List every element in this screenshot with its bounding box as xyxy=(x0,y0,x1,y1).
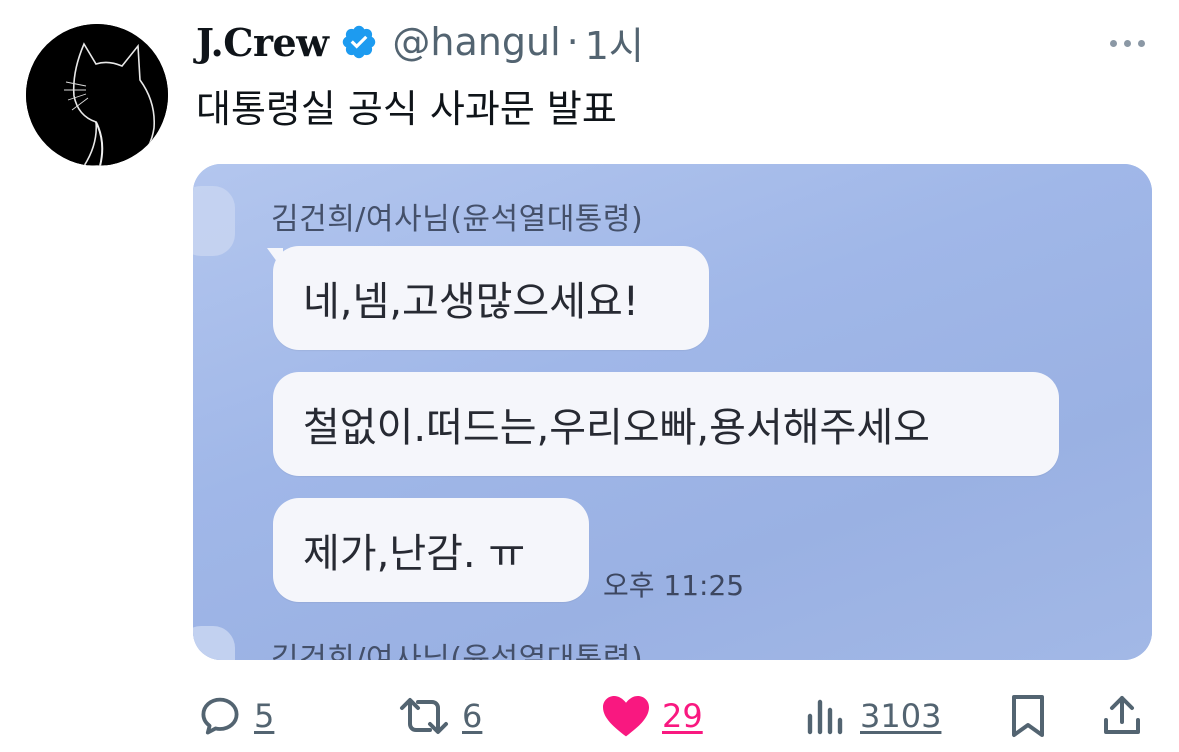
timestamp[interactable]: 1시 xyxy=(585,15,644,70)
bookmark-button[interactable] xyxy=(1006,686,1050,746)
tweet-media-image[interactable]: 김건희/여사님(윤석열대통령) 네,넴,고생많으세요! 철없이.떠드는,우리오빠… xyxy=(193,164,1152,660)
chat-message: 철없이.떠드는,우리오빠,용서해주세오 xyxy=(273,372,1059,476)
reply-count: 5 xyxy=(254,697,275,735)
tweet-header: J.Crew @hangul · 1시 xyxy=(196,12,644,72)
avatar[interactable] xyxy=(26,24,168,166)
like-button[interactable]: 29 xyxy=(600,686,703,746)
chat-sender-name-partial: 김건희/여사님(윤석열대통령) xyxy=(271,642,644,660)
cat-silhouette-icon xyxy=(26,24,168,166)
more-options-icon[interactable] xyxy=(1110,40,1145,47)
chat-message: 네,넴,고생많으세요! xyxy=(273,246,709,350)
chat-sender-name: 김건희/여사님(윤석열대통령) xyxy=(271,202,644,237)
retweet-count: 6 xyxy=(462,697,483,735)
views-chart-icon xyxy=(807,699,843,735)
share-icon xyxy=(1104,696,1140,734)
tweet-text: 대통령실 공식 사과문 발표 xyxy=(196,87,617,131)
like-count: 29 xyxy=(662,697,703,735)
retweet-icon xyxy=(400,698,448,734)
bookmark-icon xyxy=(1012,695,1044,737)
handle[interactable]: @hangul xyxy=(392,20,560,64)
separator-dot: · xyxy=(566,20,579,64)
verified-badge-icon xyxy=(343,25,376,59)
reply-button[interactable]: 5 xyxy=(196,686,274,746)
chat-message: 제가,난감. ㅠ xyxy=(273,498,589,602)
share-button[interactable] xyxy=(1100,686,1144,746)
views-count: 3103 xyxy=(860,697,942,735)
chat-avatar xyxy=(193,186,235,256)
action-bar: 5 6 29 3103 xyxy=(0,686,1179,746)
reply-icon xyxy=(201,697,239,735)
heart-icon xyxy=(603,696,649,737)
retweet-button[interactable]: 6 xyxy=(396,686,482,746)
chat-message-time: 오후 11:25 xyxy=(603,569,745,602)
views-button[interactable]: 3103 xyxy=(804,686,941,746)
display-name[interactable]: J.Crew xyxy=(196,20,329,65)
